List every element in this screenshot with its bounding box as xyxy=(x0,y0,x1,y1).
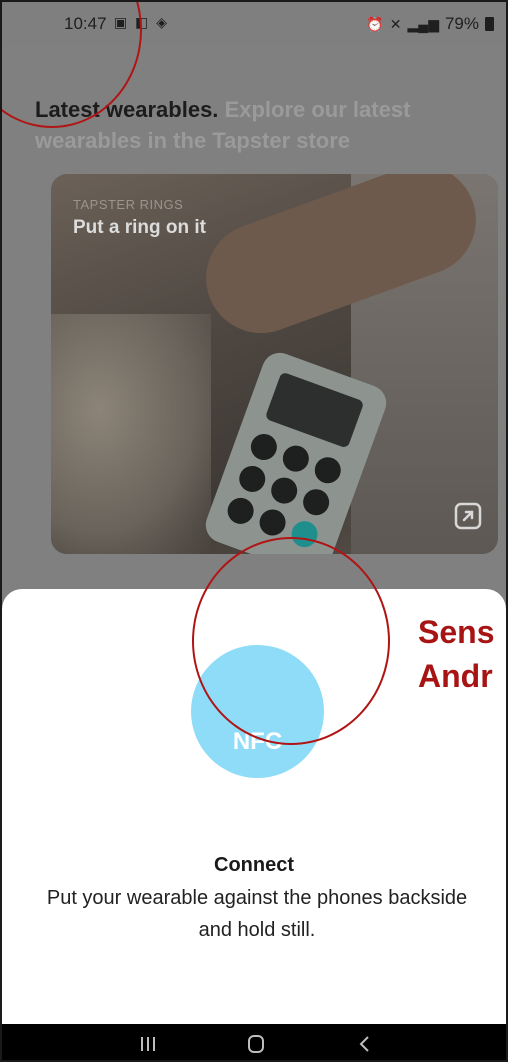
signal-icon: ▂▄▆ xyxy=(407,15,439,32)
alarm-icon: ⏰ xyxy=(366,15,384,32)
navigation-bar xyxy=(2,1024,506,1060)
phone-screen: 10:47 ▣ ◧ ◈ ⏰ ✕ ▂▄▆ 79% Latest wearables… xyxy=(0,0,508,1062)
wearable-card[interactable]: TAPSTER RINGS Put a ring on it xyxy=(51,174,498,554)
card-title: Put a ring on it xyxy=(73,217,206,238)
back-button[interactable] xyxy=(345,1029,385,1059)
mute-icon: ✕ xyxy=(389,15,402,32)
recent-apps-icon xyxy=(141,1037,155,1051)
main-content: Latest wearables. Explore our latest wea… xyxy=(2,46,506,606)
battery-icon xyxy=(485,17,494,31)
home-button[interactable] xyxy=(236,1029,276,1059)
recent-apps-button[interactable] xyxy=(128,1029,168,1059)
battery-percentage: 79% xyxy=(444,14,479,33)
back-icon xyxy=(359,1036,369,1052)
annotation-circle-sensor xyxy=(192,537,390,745)
sheet-instructions: Put your wearable against the phones bac… xyxy=(46,887,468,941)
card-image-background xyxy=(51,314,211,554)
annotation-text: Sens Andr xyxy=(418,614,495,694)
card-eyebrow: TAPSTER RINGS xyxy=(73,197,184,212)
status-indicators: ⏰ ✕ ▂▄▆ 79% xyxy=(366,14,494,34)
home-icon xyxy=(248,1035,264,1053)
external-link-icon[interactable] xyxy=(454,502,482,530)
sheet-title: Connect xyxy=(214,854,294,876)
